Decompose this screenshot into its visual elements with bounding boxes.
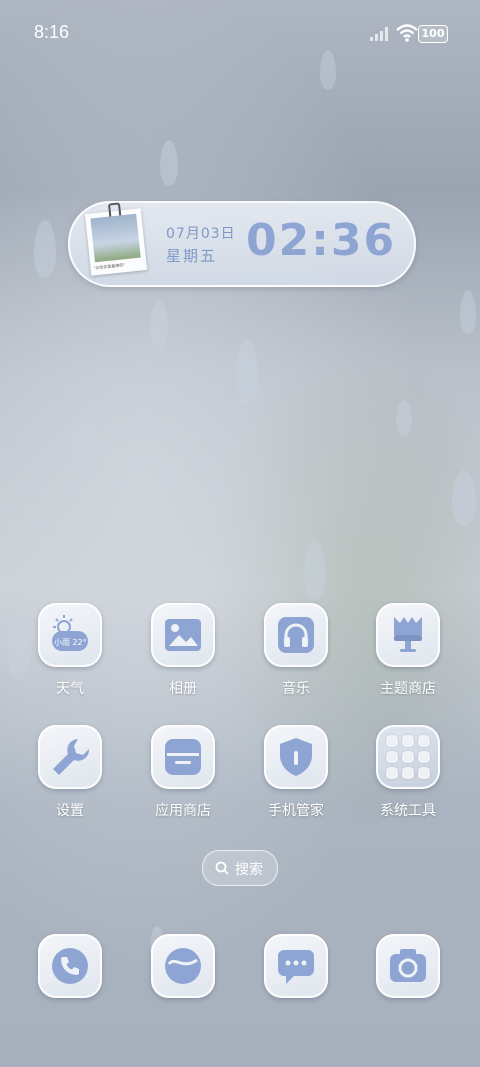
app-label-phone-manager: 手机管家 (268, 803, 324, 819)
wrench-icon (53, 739, 90, 775)
headphones-icon (278, 617, 314, 653)
gallery-icon (165, 619, 201, 651)
phone-manager-app-icon[interactable] (264, 725, 328, 789)
search-label: 搜索 (235, 862, 263, 878)
status-time: 8:16 (34, 22, 70, 42)
theme-store-app-icon[interactable] (376, 603, 440, 667)
rain-drops-background (0, 0, 480, 1067)
globe-icon (165, 948, 201, 984)
status-bar: 8:16 100 (0, 22, 480, 46)
app-label-weather: 天气 (56, 681, 84, 697)
search-icon (215, 861, 229, 875)
app-label-settings: 设置 (56, 803, 84, 819)
search-button[interactable]: 搜索 (202, 850, 278, 886)
settings-app-icon[interactable] (38, 725, 102, 789)
dock-browser[interactable] (151, 934, 215, 998)
gallery-app-icon[interactable] (151, 603, 215, 667)
widget-weekday: 星期五 (166, 247, 218, 265)
app-label-music: 音乐 (282, 681, 310, 697)
system-tools-folder[interactable] (376, 725, 440, 789)
weather-app-icon[interactable]: 小雨 22° (38, 603, 102, 667)
app-label-app-store: 应用商店 (155, 803, 211, 819)
weather-summary: 小雨 22° (54, 638, 87, 647)
shield-icon (280, 738, 312, 776)
signal-icon (370, 26, 388, 45)
app-label-theme-store: 主题商店 (380, 681, 436, 697)
camera-icon (390, 949, 426, 982)
widget-time: 02:36 (246, 215, 397, 266)
app-store-icon[interactable] (151, 725, 215, 789)
message-icon (278, 950, 314, 984)
dock-phone[interactable] (38, 934, 102, 998)
music-app-icon[interactable] (264, 603, 328, 667)
phone-icon (52, 948, 88, 984)
app-label-system-tools: 系统工具 (380, 803, 436, 819)
dock-camera[interactable] (376, 934, 440, 998)
battery-indicator: 100 (418, 25, 448, 43)
store-icon (165, 739, 201, 775)
widget-date: 07月03日 (166, 226, 236, 242)
dock-messages[interactable] (264, 934, 328, 998)
wifi-icon (396, 24, 418, 46)
weather-icon (52, 615, 88, 651)
brush-icon (394, 617, 422, 652)
photo-caption: "记住你是最棒的" (93, 262, 126, 271)
app-label-gallery: 相册 (169, 681, 197, 697)
widget-photo: "记住你是最棒的" (84, 202, 148, 276)
clock-date-widget[interactable]: "记住你是最棒的" 07月03日 星期五 02:36 (68, 201, 416, 287)
